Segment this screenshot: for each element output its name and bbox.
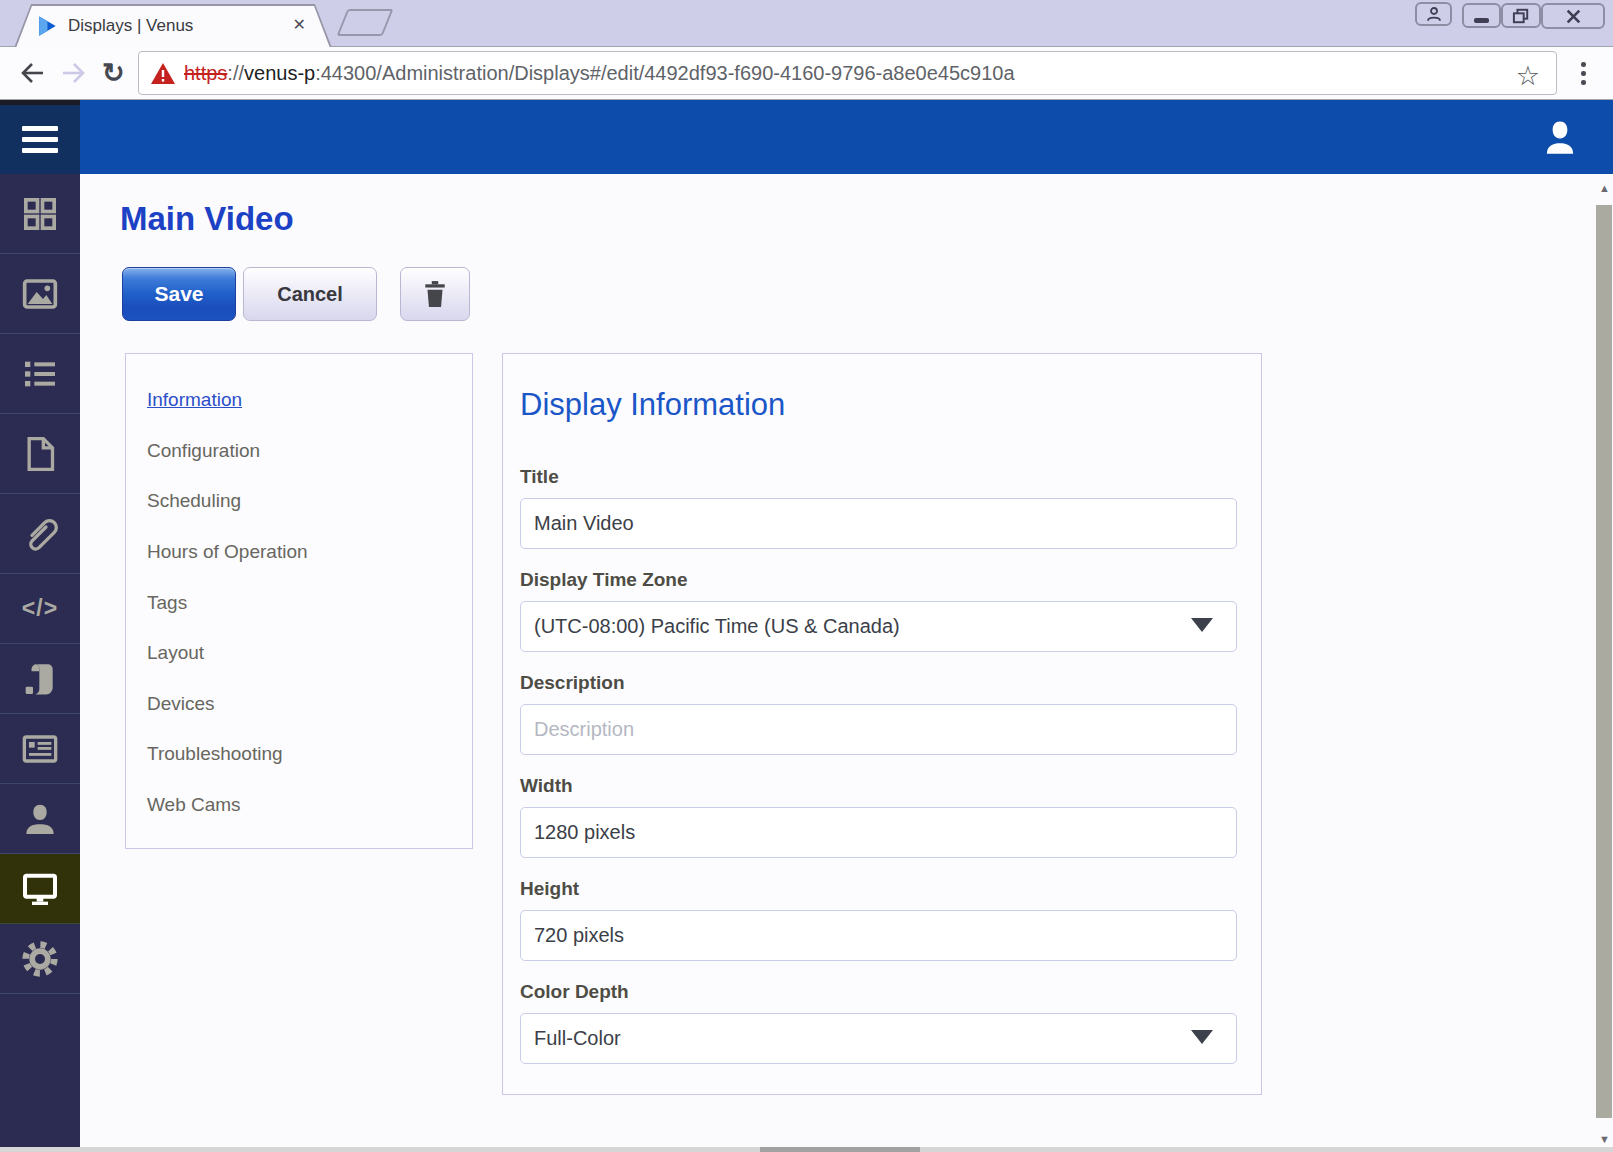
horizontal-scrollbar[interactable]: [0, 1147, 1613, 1152]
browser-toolbar: ↻ https://venus-p:44300/Administration/D…: [0, 47, 1613, 100]
sidebar-item-cards[interactable]: [0, 714, 80, 784]
height-label: Height: [520, 878, 1237, 900]
trash-icon: [422, 280, 448, 308]
tab-title: Displays | Venus: [68, 16, 193, 36]
address-bar[interactable]: https://venus-p:44300/Administration/Dis…: [138, 51, 1557, 95]
browser-menu-icon[interactable]: [1581, 62, 1586, 85]
scroll-down-arrow[interactable]: ▼: [1597, 1133, 1612, 1145]
horizontal-scroll-thumb[interactable]: [760, 1147, 920, 1152]
nav-item-devices[interactable]: Devices: [147, 679, 472, 730]
nav-item-scheduling[interactable]: Scheduling: [147, 476, 472, 527]
person-icon: [20, 799, 60, 839]
main-content: Main Video Save Cancel Information Confi…: [80, 174, 1596, 1147]
title-label: Title: [520, 466, 1237, 488]
sidebar-item-code[interactable]: </>: [0, 574, 80, 644]
field-color-depth: Color Depth: [520, 981, 1237, 1064]
sidebar-item-playlists[interactable]: [0, 334, 80, 414]
nav-item-information[interactable]: Information: [147, 375, 472, 426]
title-input[interactable]: [520, 498, 1237, 549]
section-nav-panel: Information Configuration Scheduling Hou…: [125, 353, 473, 849]
menu-hamburger-button[interactable]: [0, 100, 80, 174]
sidebar-item-attachments[interactable]: [0, 494, 80, 574]
app-header: [0, 100, 1613, 174]
forward-button: [60, 59, 88, 87]
gear-icon: [20, 939, 60, 979]
sidebar-item-documents[interactable]: [0, 414, 80, 494]
window-minimize-button[interactable]: [1462, 3, 1501, 28]
vertical-scroll-thumb[interactable]: [1596, 205, 1612, 1118]
description-input[interactable]: [520, 704, 1237, 755]
code-icon: </>: [22, 595, 58, 622]
monitor-icon: [20, 869, 60, 909]
sidebar-item-scripts[interactable]: [0, 644, 80, 714]
save-button[interactable]: Save: [122, 267, 236, 321]
image-icon: [20, 274, 60, 314]
sidebar-item-dashboard[interactable]: [0, 174, 80, 254]
user-profile-icon[interactable]: [1539, 116, 1581, 158]
document-icon: [20, 434, 60, 474]
nav-item-tags[interactable]: Tags: [147, 577, 472, 628]
display-information-panel: Display Information Title Display Time Z…: [502, 353, 1262, 1095]
url-scheme: https: [184, 62, 227, 84]
window-close-button[interactable]: [1541, 3, 1605, 29]
url-host: venus-p: [244, 62, 315, 84]
paperclip-icon: [20, 514, 60, 554]
tab-close-icon[interactable]: ✕: [293, 17, 306, 33]
new-tab-button[interactable]: [337, 9, 394, 36]
dropdown-caret-icon: [1191, 618, 1213, 632]
nav-item-layout[interactable]: Layout: [147, 628, 472, 679]
list-icon: [20, 354, 60, 394]
nav-item-hours-of-operation[interactable]: Hours of Operation: [147, 527, 472, 578]
browser-profile-button[interactable]: [1415, 2, 1452, 26]
sidebar-item-users[interactable]: [0, 784, 80, 854]
nav-item-web-cams[interactable]: Web Cams: [147, 780, 472, 831]
display-time-zone-label: Display Time Zone: [520, 569, 1237, 591]
scroll-up-arrow[interactable]: ▲: [1597, 182, 1612, 194]
favicon: [36, 15, 58, 37]
color-depth-select[interactable]: [520, 1013, 1237, 1064]
field-description: Description: [520, 672, 1237, 755]
form-heading: Display Information: [520, 387, 1237, 423]
dashboard-grid-icon: [20, 194, 60, 234]
script-icon: [20, 659, 60, 699]
field-display-time-zone: Display Time Zone: [520, 569, 1237, 652]
url-text: https://venus-p:44300/Administration/Dis…: [184, 62, 1015, 85]
window-maximize-button[interactable]: [1501, 3, 1541, 28]
delete-button[interactable]: [400, 267, 470, 321]
id-card-icon: [20, 729, 60, 769]
dropdown-caret-icon: [1191, 1030, 1213, 1044]
back-button[interactable]: [18, 59, 46, 87]
description-label: Description: [520, 672, 1237, 694]
sidebar-item-displays[interactable]: [0, 854, 80, 924]
security-warning-icon: [151, 63, 175, 84]
vertical-scrollbar[interactable]: ▲ ▼: [1596, 174, 1613, 1147]
display-time-zone-select[interactable]: [520, 601, 1237, 652]
reload-button[interactable]: ↻: [102, 57, 125, 89]
sidebar-item-media[interactable]: [0, 254, 80, 334]
field-width: Width: [520, 775, 1237, 858]
nav-item-troubleshooting[interactable]: Troubleshooting: [147, 729, 472, 780]
width-label: Width: [520, 775, 1237, 797]
height-input[interactable]: [520, 910, 1237, 961]
color-depth-label: Color Depth: [520, 981, 1237, 1003]
browser-tab-strip: Displays | Venus ✕: [0, 0, 1613, 47]
width-input[interactable]: [520, 807, 1237, 858]
cancel-button[interactable]: Cancel: [243, 267, 377, 321]
nav-item-configuration[interactable]: Configuration: [147, 426, 472, 477]
page-title: Main Video: [120, 200, 294, 238]
field-height: Height: [520, 878, 1237, 961]
bookmark-star-icon[interactable]: ☆: [1516, 60, 1540, 92]
field-title: Title: [520, 466, 1237, 549]
sidebar-item-settings[interactable]: [0, 924, 80, 994]
app-sidebar: </>: [0, 174, 80, 1147]
